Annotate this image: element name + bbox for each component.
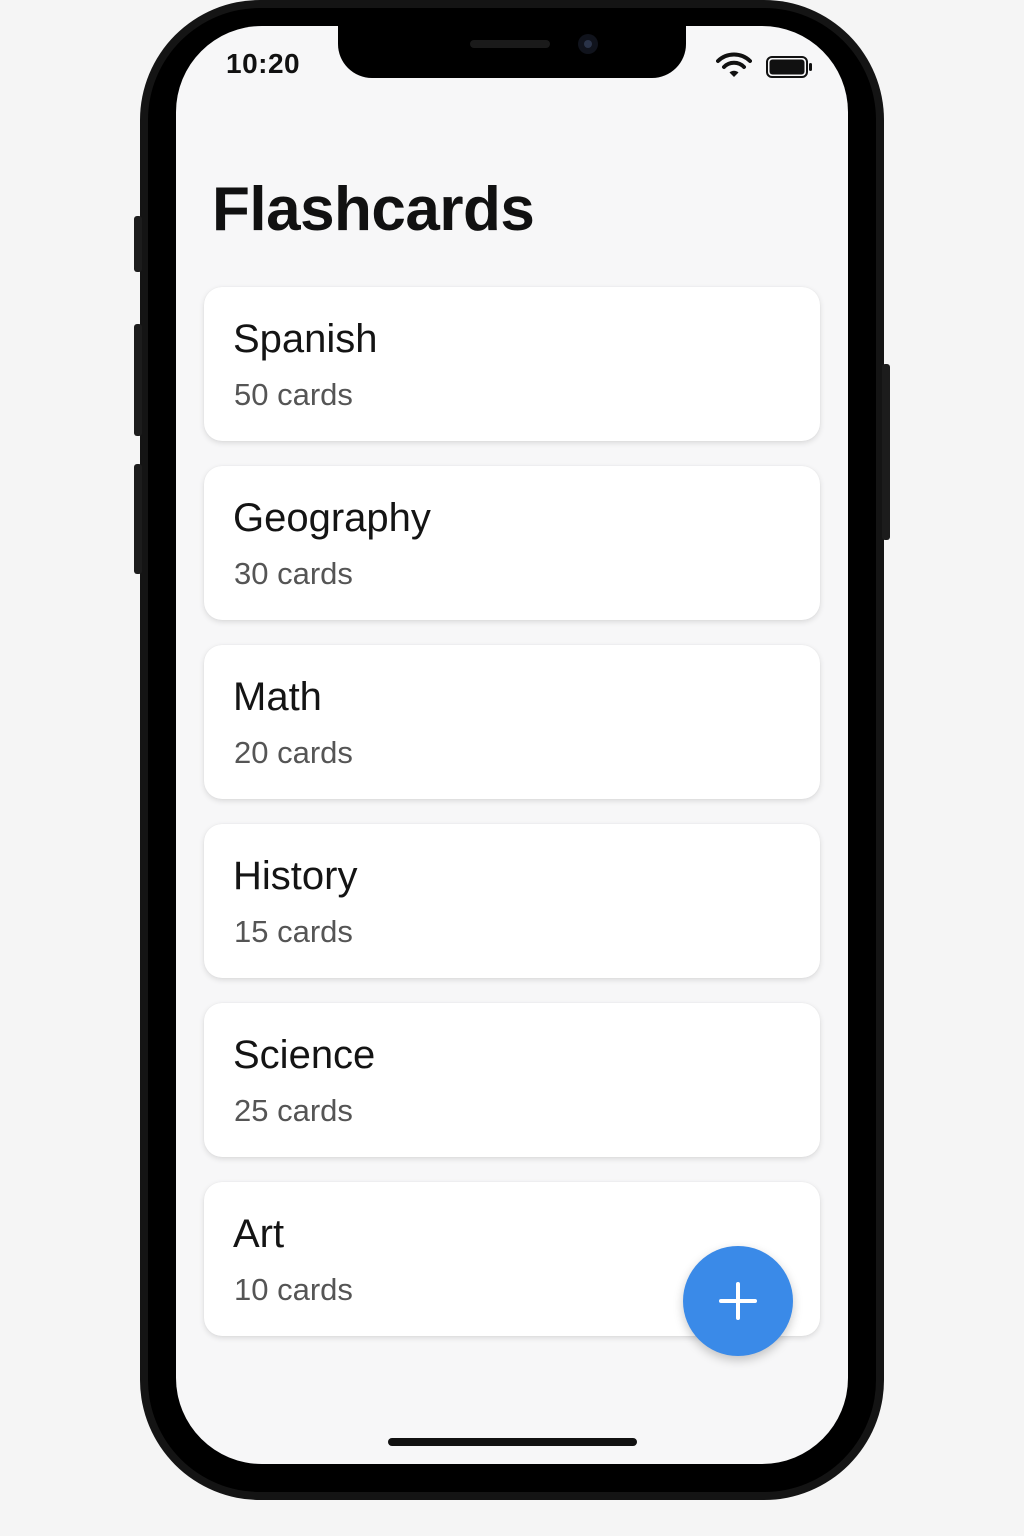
deck-card-count: 50 cards — [234, 377, 353, 412]
battery-icon — [766, 56, 812, 78]
add-deck-button[interactable] — [683, 1246, 793, 1356]
front-camera — [578, 34, 598, 54]
deck-name: Geography — [233, 496, 431, 540]
page-title: Flashcards — [212, 175, 535, 244]
deck-name: Science — [233, 1033, 376, 1077]
deck-card-science[interactable]: Science 25 cards — [204, 1003, 820, 1157]
deck-card-count: 20 cards — [234, 735, 353, 770]
deck-name: Art — [233, 1212, 285, 1256]
deck-card-history[interactable]: History 15 cards — [204, 824, 820, 978]
power-button — [882, 364, 890, 540]
volume-up-button — [134, 324, 142, 436]
deck-card-geography[interactable]: Geography 30 cards — [204, 466, 820, 620]
deck-card-count: 15 cards — [234, 914, 353, 949]
deck-card-spanish[interactable]: Spanish 50 cards — [204, 287, 820, 441]
home-indicator[interactable] — [388, 1438, 637, 1446]
deck-name: Spanish — [233, 317, 378, 361]
deck-card-count: 25 cards — [234, 1093, 353, 1128]
deck-name: Math — [233, 675, 322, 719]
deck-card-count: 10 cards — [234, 1272, 353, 1307]
speaker-grille — [470, 40, 550, 48]
status-time: 10:20 — [226, 48, 301, 79]
deck-list: Spanish 50 cards Geography 30 cards Math… — [204, 287, 820, 1361]
deck-name: History — [233, 854, 358, 898]
deck-card-count: 30 cards — [234, 556, 353, 591]
deck-card-math[interactable]: Math 20 cards — [204, 645, 820, 799]
volume-down-button — [134, 464, 142, 574]
wifi-icon — [716, 52, 752, 77]
plus-icon — [719, 1282, 757, 1320]
screen: 10:20 Flashcards Spanish 50 cards Geogra… — [176, 26, 848, 1464]
silent-switch — [134, 216, 142, 272]
notch — [338, 26, 686, 78]
